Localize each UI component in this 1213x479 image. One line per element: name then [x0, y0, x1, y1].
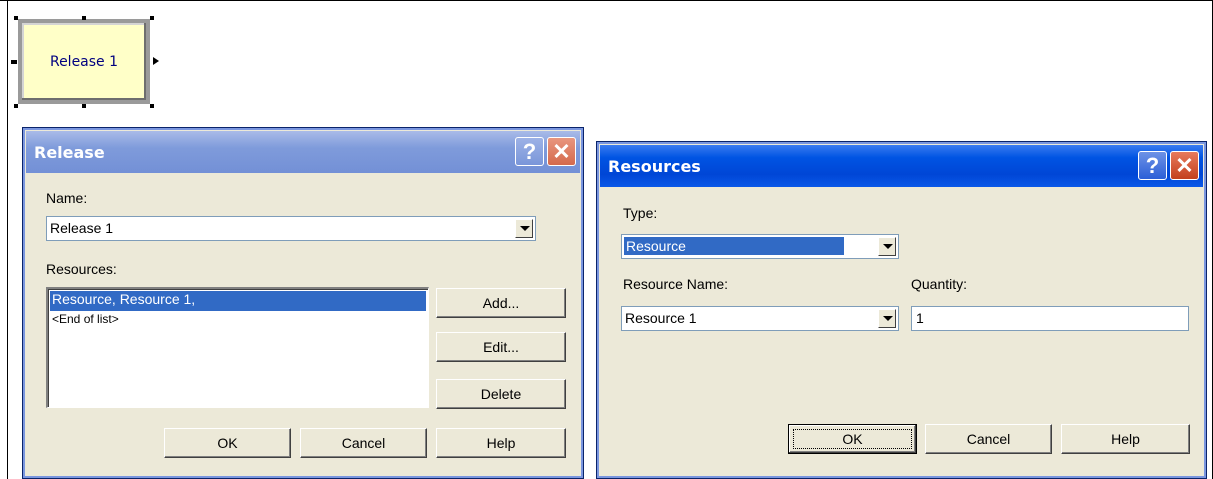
list-item[interactable]: Resource, Resource 1, — [50, 291, 426, 311]
release-dialog-title: Release — [34, 142, 105, 162]
name-combobox[interactable]: Release 1 — [46, 216, 536, 241]
cancel-button[interactable]: Cancel — [925, 424, 1052, 454]
close-icon[interactable]: ✕ — [547, 137, 576, 166]
delete-button[interactable]: Delete — [436, 379, 566, 409]
resource-name-label: Resource Name: — [623, 276, 729, 292]
selection-handle-top-mid[interactable] — [82, 16, 86, 20]
add-button[interactable]: Add... — [436, 288, 566, 318]
type-combobox[interactable]: Resource — [621, 234, 899, 259]
help-icon[interactable]: ? — [1138, 151, 1167, 180]
chevron-down-icon[interactable] — [878, 237, 896, 256]
selection-handle-bottom-mid[interactable] — [82, 104, 86, 108]
resources-dialog: Resources ? ✕ Type: Resource Resource Na… — [596, 141, 1207, 479]
module-label: Release 1 — [49, 53, 119, 70]
name-combobox-value: Release 1 — [50, 220, 114, 236]
resources-dialog-title: Resources — [608, 156, 701, 176]
resources-listbox[interactable]: Resource, Resource 1, <End of list> — [46, 287, 429, 408]
chevron-down-icon[interactable] — [515, 219, 533, 238]
focus-rectangle — [793, 429, 912, 449]
ok-button[interactable]: OK — [164, 428, 291, 458]
cancel-button[interactable]: Cancel — [300, 428, 427, 458]
name-label: Name: — [46, 190, 88, 206]
selection-handle-top-left[interactable] — [14, 16, 18, 20]
exit-point-icon[interactable] — [153, 57, 159, 65]
quantity-field[interactable]: 1 — [911, 306, 1189, 331]
selection-handle-bottom-left[interactable] — [14, 104, 18, 108]
type-label: Type: — [623, 205, 658, 221]
selection-handle-bottom-right[interactable] — [150, 104, 154, 108]
type-combobox-value: Resource — [624, 237, 844, 255]
resource-name-combobox[interactable]: Resource 1 — [621, 306, 899, 331]
release-module-block[interactable]: Release 1 — [18, 19, 150, 104]
resources-dialog-titlebar[interactable]: Resources ? ✕ — [600, 145, 1203, 187]
entry-point-handle[interactable] — [11, 60, 17, 64]
canvas-left-border — [7, 0, 8, 479]
resources-label: Resources: — [46, 261, 117, 277]
quantity-label: Quantity: — [911, 276, 968, 292]
resource-name-combobox-value: Resource 1 — [625, 310, 697, 326]
chevron-down-icon[interactable] — [878, 309, 896, 328]
ok-button[interactable]: OK — [788, 424, 917, 454]
close-icon[interactable]: ✕ — [1170, 151, 1199, 180]
help-icon[interactable]: ? — [515, 137, 544, 166]
release-dialog-titlebar[interactable]: Release ? ✕ — [26, 131, 580, 173]
help-button[interactable]: Help — [436, 428, 566, 458]
release-dialog: Release ? ✕ Name: Release 1 Resources: R… — [22, 127, 584, 479]
list-item[interactable]: <End of list> — [50, 312, 119, 326]
edit-button[interactable]: Edit... — [436, 332, 566, 362]
help-button[interactable]: Help — [1061, 424, 1190, 454]
selection-handle-top-right[interactable] — [150, 16, 154, 20]
